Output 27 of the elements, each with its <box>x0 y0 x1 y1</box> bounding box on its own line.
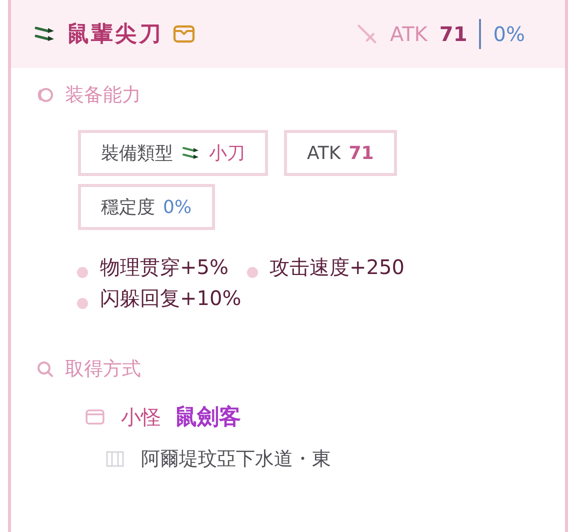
sword-icon <box>356 23 378 45</box>
source-type: 小怪 <box>121 404 161 430</box>
map-icon <box>105 450 125 468</box>
tag-label: ATK <box>307 142 341 164</box>
stability-value: 0% <box>493 22 525 46</box>
tag-value: 小刀 <box>209 142 245 165</box>
section-title: 取得方式 <box>65 357 141 382</box>
effect-text: 闪躲回复+10% <box>100 285 242 312</box>
tag-label: 穩定度 <box>101 196 155 219</box>
atk-value: 71 <box>439 22 468 46</box>
tag-value: 0% <box>163 196 192 218</box>
bullet-dot <box>77 298 88 309</box>
search-icon <box>35 359 55 379</box>
tag-value: 71 <box>348 142 374 164</box>
atk-label: ATK <box>390 22 428 46</box>
location-text: 阿爾堤玟亞下水道・東 <box>141 447 331 472</box>
effect-text: 物理贯穿+5% <box>100 254 228 281</box>
item-name: 鼠輩尖刀 <box>67 21 163 49</box>
tag-label: 裝備類型 <box>101 142 173 165</box>
chest-icon <box>85 409 105 425</box>
bullet-dot <box>77 267 88 278</box>
ring-icon <box>35 85 55 105</box>
effect-text: 攻击速度+250 <box>270 254 404 281</box>
section-title: 装备能力 <box>65 83 141 108</box>
monster-link[interactable]: 鼠劍客 <box>175 402 241 432</box>
bullet-dot <box>246 267 258 278</box>
chest-icon <box>173 25 195 43</box>
